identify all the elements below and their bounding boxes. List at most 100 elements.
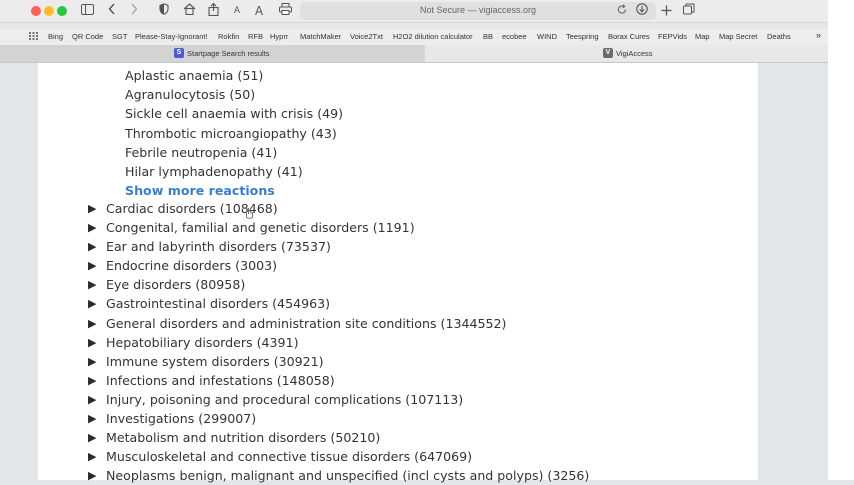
category-congenital[interactable]: ▶ Congenital, familial and genetic disord… [88, 218, 589, 237]
category-list: ▶ Cardiac disorders (108468) ▶ Congenital,… [88, 199, 589, 485]
bookmark-item[interactable]: RFB [248, 32, 263, 41]
browser-toolbar: A A Not Secure — vigiaccess.org [0, 0, 828, 23]
category-label: General disorders and administration sit… [106, 315, 507, 331]
tabs-icon[interactable] [683, 3, 695, 19]
bookmark-item[interactable]: Map Secret [719, 32, 757, 41]
bookmark-item[interactable]: Please-Stay-Ignorant! [135, 32, 208, 41]
bookmark-item[interactable]: Voice2Txt [350, 32, 383, 41]
bookmark-item[interactable]: QR Code [72, 32, 103, 41]
expand-triangle-icon: ▶ [88, 450, 97, 464]
expand-triangle-icon: ▶ [88, 392, 97, 406]
expand-triangle-icon: ▶ [88, 431, 97, 445]
reaction-list: Aplastic anaemia (51) Agranulocytosis (5… [125, 66, 343, 200]
plus-icon[interactable] [660, 3, 672, 19]
bookmark-item[interactable]: Borax Cures [608, 32, 650, 41]
expand-triangle-icon: ▶ [88, 354, 97, 368]
address-bar[interactable]: Not Secure — vigiaccess.org [300, 2, 656, 20]
shield-icon[interactable] [158, 3, 170, 19]
category-gastrointestinal[interactable]: ▶ Gastrointestinal disorders (454963) [88, 294, 589, 313]
category-label: Investigations (299007) [106, 411, 257, 427]
category-endocrine[interactable]: ▶ Endocrine disorders (3003) [88, 256, 589, 275]
category-label: Congenital, familial and genetic disorde… [106, 220, 415, 236]
reaction-item: Aplastic anaemia (51) [125, 68, 264, 83]
bookmark-item[interactable]: SGT [112, 32, 127, 41]
text-larger-button[interactable]: A [253, 3, 265, 19]
bookmark-item[interactable]: Map [695, 32, 710, 41]
category-label: Ear and labyrinth disorders (73537) [106, 239, 331, 255]
share-icon[interactable] [207, 2, 219, 19]
reaction-item: Sickle cell anaemia with crisis (49) [125, 106, 344, 122]
reaction-item: Hilar lymphadenopathy (41) [125, 163, 303, 179]
category-label: Endocrine disorders (3003) [106, 258, 278, 274]
category-musculoskeletal[interactable]: ▶ Musculoskeletal and connective tissue d… [88, 447, 589, 466]
category-ear[interactable]: ▶ Ear and labyrinth disorders (73537) [88, 237, 589, 256]
bookmarks-overflow-button[interactable]: » [816, 30, 821, 40]
category-cardiac[interactable]: ▶ Cardiac disorders (108468) [88, 199, 589, 218]
reaction-item: Agranulocytosis (50) [125, 87, 256, 103]
tab-vigiaccess[interactable]: V VigiAccess [425, 45, 828, 62]
tab-startpage[interactable]: S Startpage Search results [0, 45, 424, 62]
minimize-window-button[interactable] [44, 6, 54, 16]
show-more-reactions-link[interactable]: Show more reactions [125, 181, 343, 200]
expand-triangle-icon: ▶ [88, 278, 97, 292]
category-investigations[interactable]: ▶ Investigations (299007) [88, 409, 589, 428]
category-immune[interactable]: ▶ Immune system disorders (30921) [88, 352, 589, 371]
category-label: Infections and infestations (148058) [106, 372, 335, 388]
expand-triangle-icon: ▶ [88, 240, 97, 254]
address-text: Not Secure — vigiaccess.org [419, 5, 537, 15]
printer-icon[interactable] [278, 3, 292, 19]
category-metabolism[interactable]: ▶ Metabolism and nutrition disorders (502… [88, 428, 589, 447]
vigiaccess-favicon-icon: V [603, 48, 613, 58]
bookmark-item[interactable]: Deaths [767, 32, 791, 41]
bookmarks-bar: Bing QR Code SGT Please-Stay-Ignorant! R… [0, 29, 828, 46]
expand-triangle-icon: ▶ [88, 335, 97, 349]
expand-triangle-icon: ▶ [88, 297, 97, 311]
text-smaller-button[interactable]: A [232, 3, 242, 19]
category-label: Neoplasms benign, malignant and unspecif… [106, 468, 590, 484]
category-eye[interactable]: ▶ Eye disorders (80958) [88, 275, 589, 294]
expand-triangle-icon: ▶ [88, 221, 97, 235]
category-label: Gastrointestinal disorders (454963) [106, 296, 331, 312]
category-neoplasms[interactable]: ▶ Neoplasms benign, malignant and unspeci… [88, 466, 589, 485]
expand-triangle-icon: ▶ [88, 316, 97, 330]
bookmark-item[interactable]: Hyprr [270, 32, 288, 41]
mouse-cursor-icon [245, 207, 255, 219]
reaction-item: Febrile neutropenia (41) [125, 144, 278, 160]
category-label: Metabolism and nutrition disorders (5021… [106, 430, 381, 446]
category-hepatobiliary[interactable]: ▶ Hepatobiliary disorders (4391) [88, 333, 589, 352]
bookmark-item[interactable]: H2O2 dilution calculator [393, 32, 473, 41]
expand-triangle-icon: ▶ [88, 469, 97, 483]
chevron-right-icon[interactable] [129, 3, 139, 19]
bookmark-item[interactable]: FEPVids [658, 32, 687, 41]
reload-icon[interactable] [616, 3, 628, 19]
category-label: Injury, poisoning and procedural complic… [106, 391, 464, 407]
bookmark-item[interactable]: ecobee [502, 32, 527, 41]
bookmark-item[interactable]: Bing [48, 32, 63, 41]
category-label: Hepatobiliary disorders (4391) [106, 334, 299, 350]
bookmark-item[interactable]: BB [483, 32, 493, 41]
category-general[interactable]: ▶ General disorders and administration si… [88, 314, 589, 333]
expand-triangle-icon: ▶ [88, 373, 97, 387]
zoom-window-button[interactable] [57, 6, 67, 16]
home-icon[interactable] [182, 3, 196, 19]
bookmark-item[interactable]: WIND [537, 32, 557, 41]
category-infections[interactable]: ▶ Infections and infestations (148058) [88, 371, 589, 390]
tab-label: Startpage Search results [187, 49, 270, 58]
close-window-button[interactable] [31, 6, 41, 16]
sidebar-icon[interactable] [80, 3, 94, 19]
bookmark-item[interactable]: Teespring [566, 32, 599, 41]
bookmark-item[interactable]: Rokfin [218, 32, 239, 41]
tab-bar: S Startpage Search results V VigiAccess [0, 45, 828, 63]
tab-label: VigiAccess [616, 49, 653, 58]
grid-icon[interactable] [29, 32, 38, 42]
bookmark-item[interactable]: MatchMaker [300, 32, 341, 41]
startpage-favicon-icon: S [174, 48, 184, 58]
category-injury[interactable]: ▶ Injury, poisoning and procedural compli… [88, 390, 589, 409]
category-label: Eye disorders (80958) [106, 277, 246, 293]
chevron-left-icon[interactable] [107, 3, 117, 19]
download-icon[interactable] [636, 3, 648, 19]
expand-triangle-icon: ▶ [88, 259, 97, 273]
category-label: Immune system disorders (30921) [106, 353, 324, 369]
window-edge [828, 0, 854, 480]
expand-triangle-icon: ▶ [88, 202, 97, 215]
